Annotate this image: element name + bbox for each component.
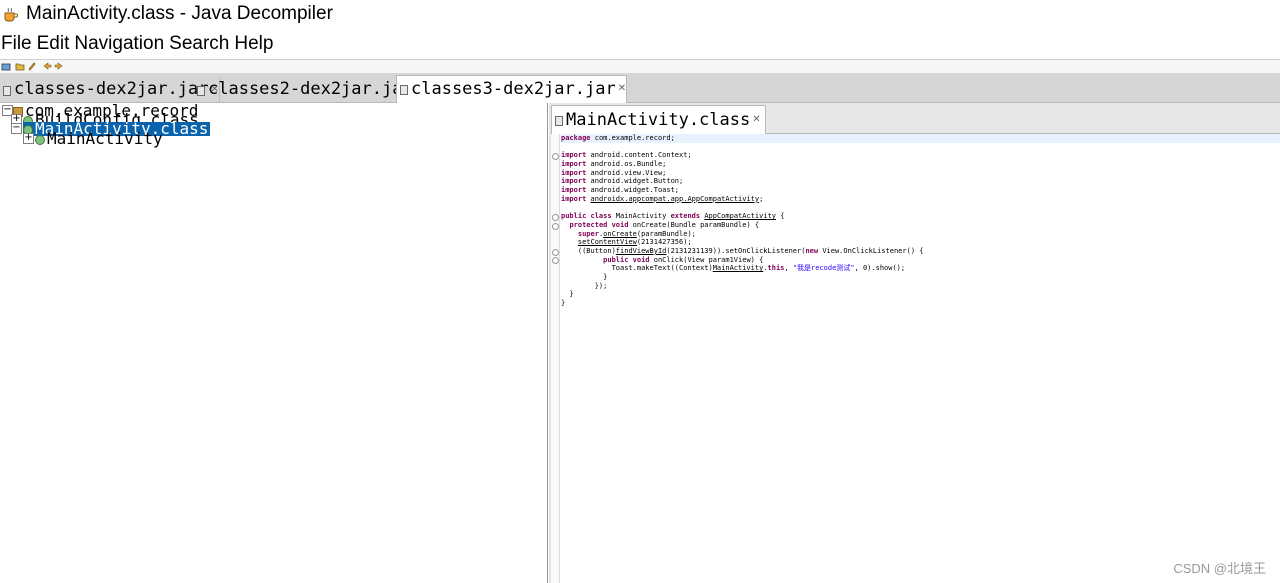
coffee-cup-icon (4, 7, 18, 22)
code-editor[interactable]: package com.example.record; import andro… (551, 134, 1280, 583)
tab-mainactivity-class[interactable]: MainActivity.class ✕ (551, 105, 766, 134)
code-line: import androidx.appcompat.app.AppCompatA… (561, 194, 764, 203)
title-bar: MainActivity.class - Java Decompiler (0, 0, 1280, 30)
watermark: CSDN @北境王 (1173, 561, 1266, 576)
code-line: public void onClick(View param1View) { (603, 255, 764, 264)
close-icon[interactable]: ✕ (752, 114, 760, 125)
tree-label: MainActivity (47, 129, 163, 148)
code-line: import android.widget.Toast; (561, 186, 680, 195)
code-line: } (561, 299, 566, 308)
fold-toggle-icon[interactable] (552, 152, 559, 160)
jar-file-icon (400, 85, 408, 95)
code-line: import android.widget.Button; (561, 177, 684, 186)
pencil-icon[interactable] (27, 61, 37, 71)
code-line: protected void onCreate(Bundle paramBund… (569, 220, 760, 229)
menu-help[interactable]: Help (234, 33, 273, 54)
code-line: package com.example.record; (561, 134, 1280, 143)
tab-classes3-dex2jar[interactable]: classes3-dex2jar.jar ✕ (396, 75, 628, 104)
package-tree: − com.example.record + BuildConfig.class… (0, 103, 548, 583)
back-arrow-icon[interactable] (42, 61, 52, 71)
menu-bar: File Edit Navigation Search Help (0, 33, 278, 58)
open-file-icon[interactable] (1, 61, 11, 71)
fold-toggle-icon[interactable] (552, 213, 559, 221)
tab-classes2-dex2jar[interactable]: classes2-dex2jar.jar✕ (194, 77, 425, 102)
class-icon (35, 134, 45, 145)
tab-label: classes2-dex2jar.jar (208, 79, 413, 99)
code-line: }); (561, 281, 608, 290)
window-title: MainActivity.class - Java Decompiler (26, 3, 333, 24)
jar-tab-strip: classes-dex2jar.jar ✕ classes2-dex2jar.ja… (0, 73, 1280, 104)
menu-navigation[interactable]: Navigation (74, 33, 164, 54)
tab-label: classes3-dex2jar.jar (411, 79, 616, 99)
close-icon[interactable]: ✕ (618, 83, 626, 94)
code-line: import android.view.View; (561, 168, 667, 177)
open-folder-icon[interactable] (15, 61, 25, 71)
editor-pane: MainActivity.class ✕ package com.example.… (551, 103, 1280, 583)
fold-toggle-icon[interactable] (552, 257, 559, 265)
code-line: setContentView(2131427356); (577, 238, 692, 247)
menu-search[interactable]: Search (169, 33, 229, 54)
code-line: ((Button)findViewById(2131231139)).setOn… (561, 246, 924, 255)
tab-label: classes-dex2jar.jar (14, 79, 209, 99)
code-line: Toast.makeText((Context)MainActivity.thi… (561, 264, 906, 273)
code-line: super.onCreate(paramBundle); (577, 229, 696, 238)
code-line: import android.os.Bundle; (561, 160, 667, 169)
code-line: public class MainActivity extends AppCom… (561, 212, 785, 221)
jar-file-icon (3, 86, 11, 96)
toolbar (0, 59, 1280, 74)
code-line: } (561, 273, 608, 281)
code-line: } (561, 290, 574, 299)
forward-arrow-icon[interactable] (54, 61, 64, 71)
fold-toggle-icon[interactable] (552, 248, 559, 256)
tab-label: MainActivity.class (566, 110, 751, 130)
collapse-icon[interactable]: − (11, 123, 22, 134)
expand-icon[interactable]: + (23, 133, 34, 144)
source-code: package com.example.record; import andro… (561, 134, 1280, 308)
menu-file[interactable]: File (1, 33, 32, 54)
tab-classes-dex2jar[interactable]: classes-dex2jar.jar ✕ (0, 77, 220, 102)
menu-edit[interactable]: Edit (37, 33, 70, 54)
fold-toggle-icon[interactable] (552, 222, 559, 230)
fold-gutter (551, 134, 560, 583)
class-file-icon (555, 116, 563, 126)
code-line: import android.content.Context; (561, 151, 692, 160)
jar-file-icon (197, 86, 205, 96)
editor-tab-strip: MainActivity.class ✕ (551, 103, 1280, 134)
